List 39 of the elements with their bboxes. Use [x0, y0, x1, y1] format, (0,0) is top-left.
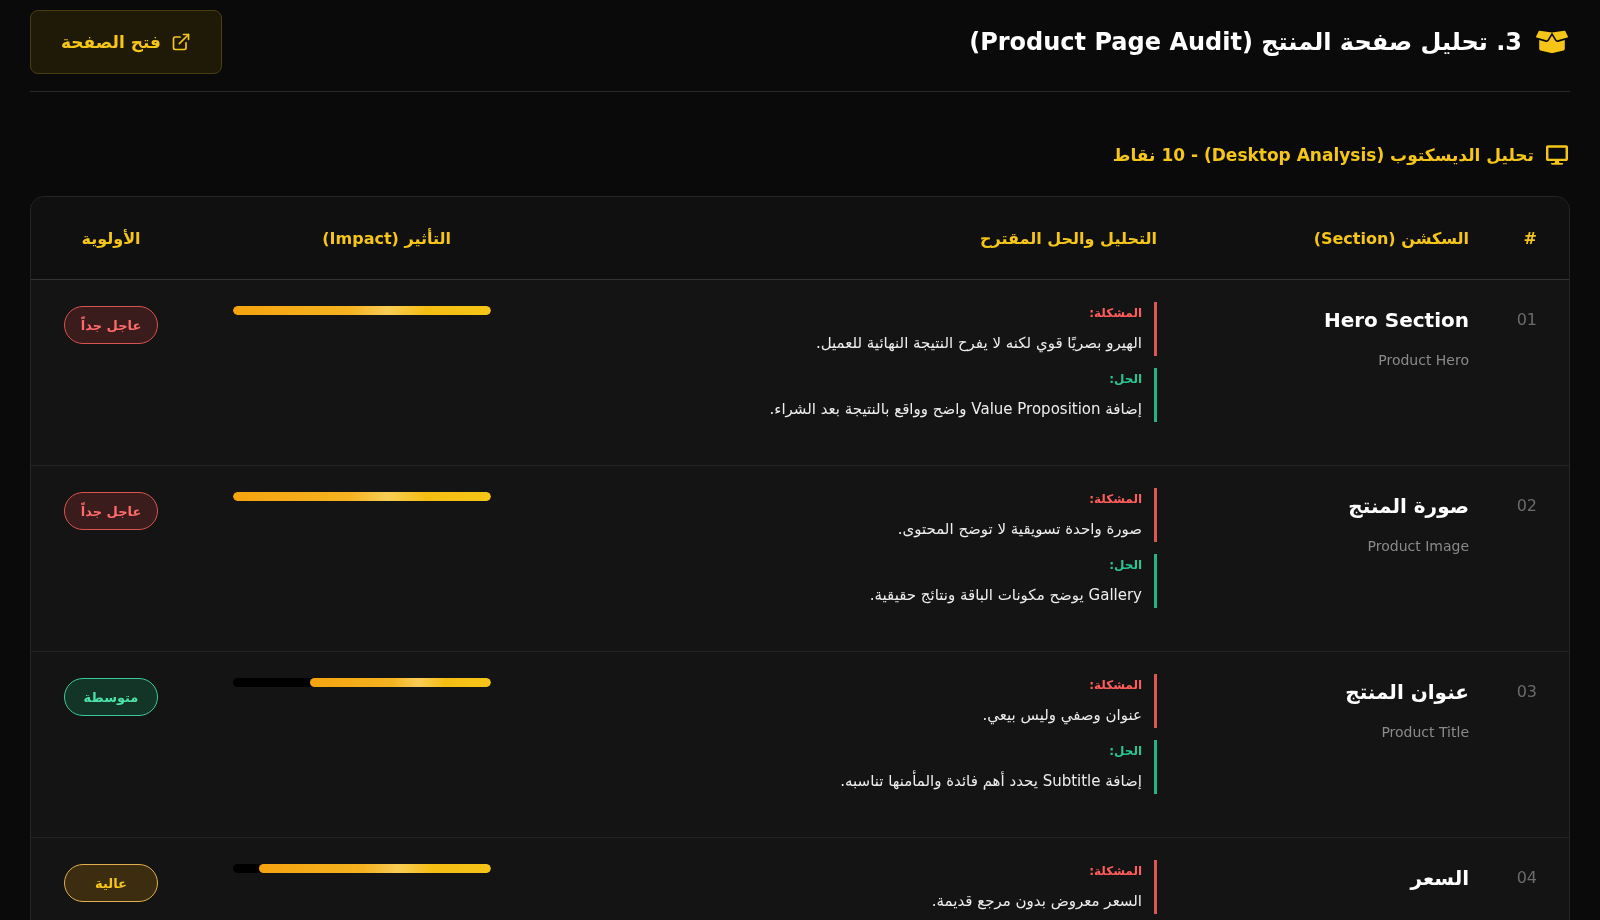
solution-label: الحل:	[1108, 744, 1142, 758]
solution-label: الحل:	[1108, 558, 1142, 572]
problem-text: السعر معروض بدون مرجع قديمة.	[930, 892, 1142, 910]
monitor-icon	[1546, 144, 1568, 166]
solution-label: الحل:	[1108, 372, 1142, 386]
column-header: السكشن (Section)	[1313, 228, 1469, 248]
section-heading: تحليل الديسكتوب (Desktop Analysis) - 10 نقاط	[1112, 145, 1534, 165]
external-link-icon	[171, 32, 191, 52]
problem-text: عنوان وصفي وليس بيعي.	[981, 706, 1142, 724]
column-header: التأثير (Impact)	[322, 228, 451, 248]
row-number: 01	[1515, 309, 1538, 329]
priority-badge: عاجل جداً	[64, 492, 158, 530]
section-subtitle: Product Hero	[1377, 352, 1469, 368]
problem-label: المشكلة:	[1088, 306, 1142, 320]
priority-badge: متوسطة	[64, 678, 158, 716]
section-subtitle: Product Image	[1366, 538, 1469, 554]
row-number: 02	[1515, 495, 1538, 515]
column-header: التحليل والحل المقترح	[979, 228, 1157, 248]
row-number: 04	[1515, 867, 1538, 887]
section-title: عنوان المنتج	[1344, 680, 1469, 704]
column-header: #	[1523, 228, 1537, 248]
section-subtitle: Product Title	[1380, 724, 1469, 740]
open-page-button[interactable]: فتح الصفحة	[30, 10, 222, 74]
row-number: 03	[1515, 681, 1538, 701]
problem-label: المشكلة:	[1088, 492, 1142, 506]
solution-text: إضافة Value Proposition واضح وواقع بالنتيجة بعد الشراء.	[768, 400, 1142, 418]
column-header: الأولوية	[81, 228, 141, 248]
page-title: 3. تحليل صفحة المنتج (Product Page Audit)	[969, 28, 1522, 56]
section-title: صورة المنتج	[1347, 494, 1469, 518]
priority-badge: عالية	[64, 864, 158, 902]
solution-text: Gallery يوضح مكونات الباقة ونتائج حقيقية.	[868, 586, 1142, 604]
problem-label: المشكلة:	[1088, 864, 1142, 878]
problem-label: المشكلة:	[1088, 678, 1142, 692]
problem-text: الهيرو بصريًا قوي لكنه لا يفرح النتيجة النهائية للعميل.	[814, 334, 1142, 352]
section-title: Hero Section	[1322, 308, 1469, 332]
solution-text: إضافة Subtitle يحدد أهم فائدة والمأمنها تناسبه.	[839, 772, 1142, 790]
section-title: السعر	[1408, 866, 1469, 890]
priority-badge: عاجل جداً	[64, 306, 158, 344]
problem-text: صورة واحدة تسويقية لا توضح المحتوى.	[896, 520, 1142, 538]
